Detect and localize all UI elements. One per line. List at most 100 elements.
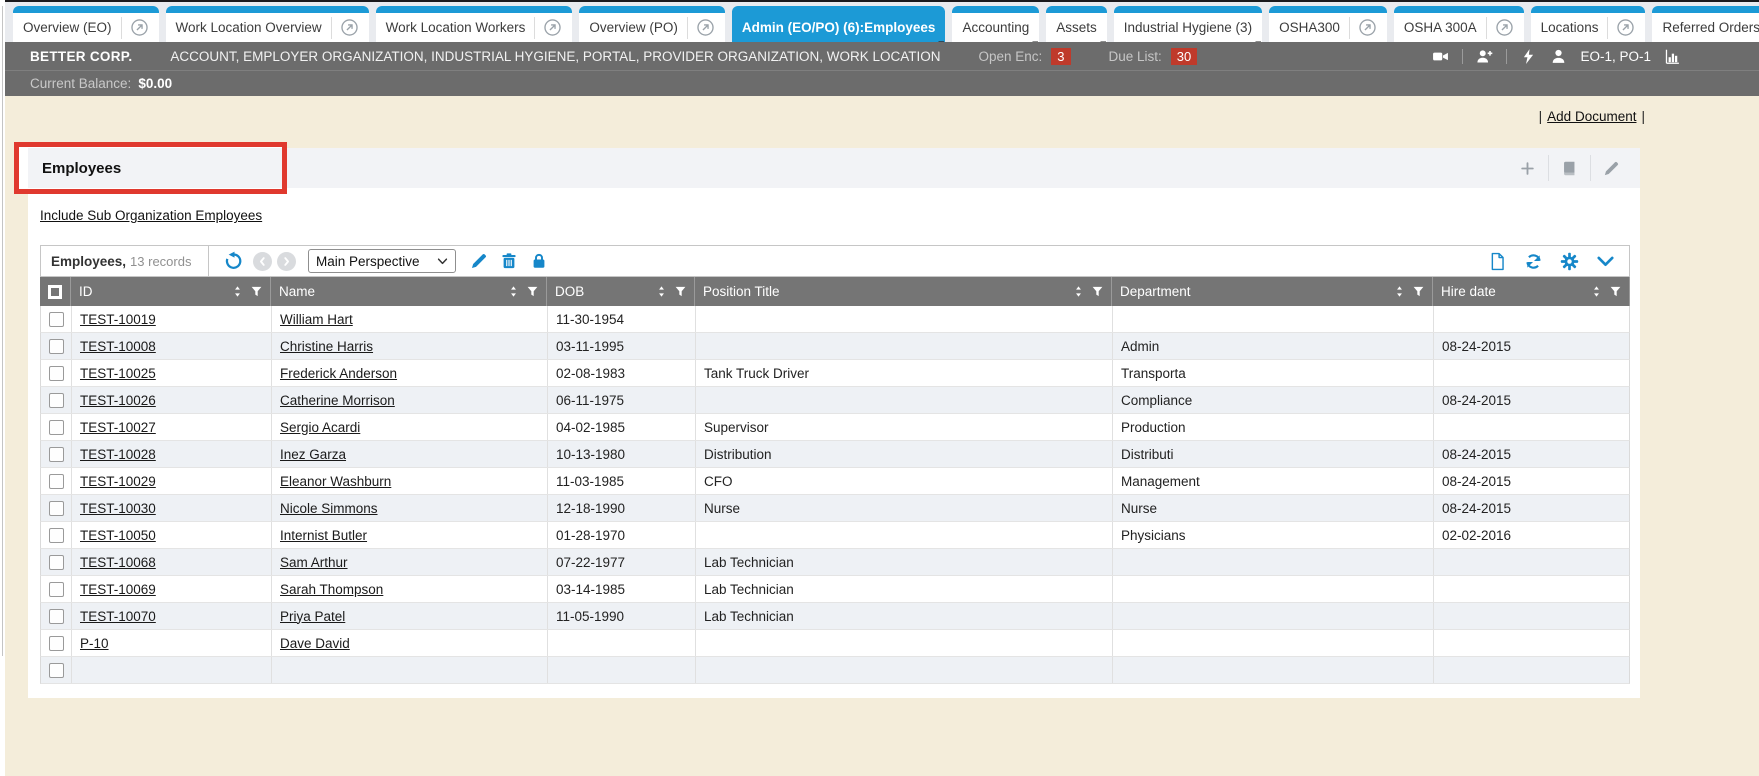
column-header-dob[interactable]: DOB	[547, 277, 695, 306]
tab-referred-orders[interactable]: Referred Orders	[1652, 6, 1759, 42]
new-record-icon[interactable]	[1488, 252, 1507, 271]
table-row[interactable]: TEST-10019William Hart11-30-1954	[40, 306, 1630, 333]
open-in-new-window-icon[interactable]	[340, 18, 359, 37]
sort-icon[interactable]	[655, 285, 668, 298]
tab-overview-eo[interactable]: Overview (EO)	[13, 6, 159, 42]
link-id[interactable]: TEST-10070	[80, 609, 156, 624]
link-name[interactable]: Eleanor Washburn	[280, 474, 391, 489]
column-header-hire-date[interactable]: Hire date	[1433, 277, 1630, 306]
table-row[interactable]: TEST-10027Sergio Acardi04-02-1985Supervi…	[40, 414, 1630, 441]
table-row[interactable]: TEST-10070Priya Patel11-05-1990Lab Techn…	[40, 603, 1630, 630]
tab-admin-eo-po-6-employees[interactable]: Admin (EO/PO) (6):Employees	[732, 6, 946, 42]
link-name[interactable]: Catherine Morrison	[280, 393, 395, 408]
open-in-new-window-icon[interactable]	[130, 18, 149, 37]
delete-perspective-icon[interactable]	[500, 252, 518, 270]
nav-back-button[interactable]	[253, 252, 272, 271]
lock-perspective-icon[interactable]	[530, 252, 548, 270]
row-checkbox[interactable]	[49, 447, 64, 462]
edit-perspective-icon[interactable]	[470, 252, 488, 270]
link-name[interactable]: William Hart	[280, 312, 353, 327]
row-checkbox[interactable]	[49, 555, 64, 570]
nav-forward-button[interactable]	[277, 252, 296, 271]
open-in-new-window-icon[interactable]	[696, 18, 715, 37]
tab-work-location-workers[interactable]: Work Location Workers	[376, 6, 573, 42]
edit-panel-icon[interactable]	[1591, 160, 1632, 177]
link-id[interactable]: TEST-10025	[80, 366, 156, 381]
link-name[interactable]: Dave David	[280, 636, 350, 651]
column-header-name[interactable]: Name	[271, 277, 547, 306]
refresh-icon[interactable]	[1524, 252, 1543, 271]
link-name[interactable]: Sergio Acardi	[280, 420, 360, 435]
org-menu-links[interactable]: ACCOUNT, EMPLOYER ORGANIZATION, INDUSTRI…	[170, 49, 940, 64]
link-name[interactable]: Sarah Thompson	[280, 582, 383, 597]
link-id[interactable]: P-10	[80, 636, 109, 651]
bar-chart-icon[interactable]	[1664, 48, 1681, 65]
row-checkbox[interactable]	[49, 663, 64, 678]
column-header-position-title[interactable]: Position Title	[695, 277, 1112, 306]
link-id[interactable]: TEST-10068	[80, 555, 156, 570]
link-id[interactable]: TEST-10028	[80, 447, 156, 462]
table-row[interactable]: TEST-10069Sarah Thompson03-14-1985Lab Te…	[40, 576, 1630, 603]
add-document-link[interactable]: Add Document	[1547, 109, 1636, 124]
link-id[interactable]: TEST-10008	[80, 339, 156, 354]
user-icon[interactable]	[1550, 48, 1567, 65]
link-id[interactable]: TEST-10027	[80, 420, 156, 435]
undo-icon[interactable]	[223, 251, 243, 271]
link-id[interactable]: TEST-10050	[80, 528, 156, 543]
expand-chevron-icon[interactable]	[1596, 252, 1615, 271]
open-in-new-window-icon[interactable]	[543, 18, 562, 37]
sort-icon[interactable]	[1393, 285, 1406, 298]
row-checkbox[interactable]	[49, 636, 64, 651]
table-row[interactable]: TEST-10050Internist Butler01-28-1970Phys…	[40, 522, 1630, 549]
sort-icon[interactable]	[507, 285, 520, 298]
table-row-empty[interactable]	[40, 657, 1630, 684]
perspective-select[interactable]: Main Perspective	[308, 249, 456, 273]
row-checkbox[interactable]	[49, 474, 64, 489]
add-person-icon[interactable]	[1476, 48, 1493, 65]
tab-assets[interactable]: Assets	[1046, 6, 1107, 42]
catalog-book-icon[interactable]	[1549, 160, 1590, 177]
sort-icon[interactable]	[231, 285, 244, 298]
user-context-label[interactable]: EO-1, PO-1	[1580, 49, 1651, 64]
table-row[interactable]: TEST-10026Catherine Morrison06-11-1975Co…	[40, 387, 1630, 414]
sort-icon[interactable]	[1072, 285, 1085, 298]
row-checkbox[interactable]	[49, 366, 64, 381]
open-enc-badge[interactable]: 3	[1051, 48, 1070, 65]
table-row[interactable]: TEST-10068Sam Arthur07-22-1977Lab Techni…	[40, 549, 1630, 576]
link-name[interactable]: Nicole Simmons	[280, 501, 378, 516]
add-employee-icon[interactable]	[1507, 160, 1548, 177]
filter-funnel-icon[interactable]	[674, 285, 687, 298]
filter-funnel-icon[interactable]	[1412, 285, 1425, 298]
link-name[interactable]: Frederick Anderson	[280, 366, 397, 381]
link-id[interactable]: TEST-10029	[80, 474, 156, 489]
link-name[interactable]: Christine Harris	[280, 339, 373, 354]
filter-funnel-icon[interactable]	[526, 285, 539, 298]
table-row[interactable]: TEST-10025Frederick Anderson02-08-1983Ta…	[40, 360, 1630, 387]
table-row[interactable]: TEST-10028Inez Garza10-13-1980Distributi…	[40, 441, 1630, 468]
filter-funnel-icon[interactable]	[250, 285, 263, 298]
tab-osha-300a[interactable]: OSHA 300A	[1394, 6, 1524, 42]
video-camera-icon[interactable]	[1432, 48, 1449, 65]
tab-locations[interactable]: Locations	[1531, 6, 1646, 42]
open-in-new-window-icon[interactable]	[1358, 18, 1377, 37]
include-sub-org-link[interactable]: Include Sub Organization Employees	[40, 208, 262, 223]
filter-funnel-icon[interactable]	[1609, 285, 1622, 298]
link-name[interactable]: Internist Butler	[280, 528, 367, 543]
table-row[interactable]: TEST-10030Nicole Simmons12-18-1990NurseN…	[40, 495, 1630, 522]
link-name[interactable]: Sam Arthur	[280, 555, 348, 570]
select-all-checkbox[interactable]	[48, 285, 62, 299]
settings-gear-icon[interactable]	[1560, 252, 1579, 271]
link-id[interactable]: TEST-10069	[80, 582, 156, 597]
row-checkbox[interactable]	[49, 528, 64, 543]
company-name[interactable]: BETTER CORP.	[30, 49, 132, 64]
link-id[interactable]: TEST-10026	[80, 393, 156, 408]
tab-industrial-hygiene-3[interactable]: Industrial Hygiene (3)	[1114, 6, 1262, 42]
row-checkbox[interactable]	[49, 312, 64, 327]
open-in-new-window-icon[interactable]	[1495, 18, 1514, 37]
tab-accounting[interactable]: Accounting	[952, 6, 1039, 42]
due-list-badge[interactable]: 30	[1171, 48, 1197, 65]
link-name[interactable]: Inez Garza	[280, 447, 346, 462]
open-in-new-window-icon[interactable]	[1616, 18, 1635, 37]
row-checkbox[interactable]	[49, 609, 64, 624]
column-header-id[interactable]: ID	[71, 277, 271, 306]
